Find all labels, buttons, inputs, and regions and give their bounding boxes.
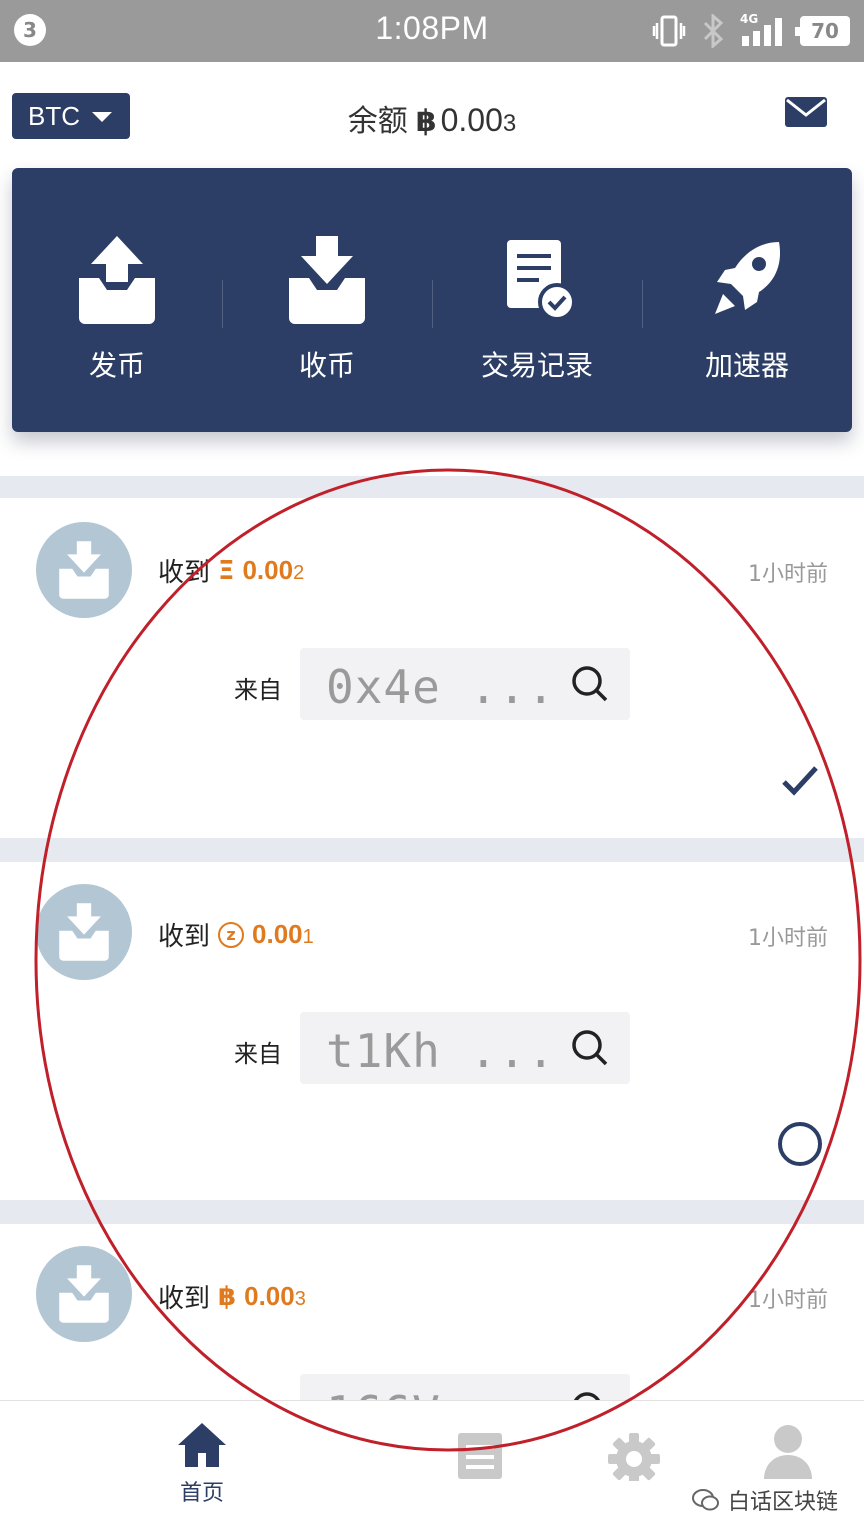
search-icon[interactable] [570,664,610,704]
transaction-time: 1小时前 [748,926,828,951]
wechat-icon [691,1489,719,1511]
from-address: 166V ... [326,1386,556,1400]
transaction-amount-main: 0.00 [242,555,294,585]
bluetooth-icon [703,14,724,48]
watermark: 白话区块链 [691,1484,838,1516]
status-bar: 3 1:08PM 4G 70 [0,0,864,62]
section-divider [0,476,864,498]
transaction-type: 收到 [158,922,211,952]
from-address: 0x4e ... [326,660,556,714]
bitcoin-icon: ฿ [218,1281,237,1312]
receive-tray-icon [59,541,109,599]
from-label: 来自 [234,1040,282,1068]
action-receive-label: 收币 [298,349,355,382]
zcash-icon: z [218,921,245,948]
transaction-item[interactable]: 收到 z 0.001 1小时前 来自 t1Kh ... [0,862,864,1200]
transaction-amount: 0.001 [252,919,314,950]
transaction-title: 收到 Ξ 0.002 [158,552,304,589]
transaction-amount: 0.002 [242,555,304,586]
from-label: 来自 [234,676,282,704]
section-divider [0,838,864,862]
transaction-amount-tail: 3 [294,1288,306,1310]
section-divider [0,1200,864,1224]
transaction-record-icon [507,240,576,321]
wallet-header: BTC 余额฿ 0.003 [0,62,864,168]
transaction-type: 收到 [158,1284,211,1314]
action-accelerator-label: 加速器 [704,349,789,382]
balance-amount: 0.00 [440,102,503,138]
signal-indicator: 4G [740,12,786,48]
transaction-title: 收到 ฿ 0.003 [158,1278,306,1315]
receive-avatar [36,522,132,618]
send-tray-icon [79,236,155,324]
nav-records[interactable] [430,1419,530,1481]
from-address-field[interactable]: 0x4e ... [300,648,630,720]
action-send-label: 发币 [88,349,145,382]
checkmark-icon [782,766,818,796]
balance-amount-tail: 3 [502,110,517,137]
user-icon [764,1425,812,1479]
watermark-text: 白话区块链 [727,1490,838,1515]
action-receive[interactable]: 收币 [222,168,432,432]
nav-profile[interactable] [738,1419,838,1481]
receive-tray-icon [289,236,365,324]
receive-avatar [36,1246,132,1342]
transaction-item[interactable]: 收到 Ξ 0.002 1小时前 来自 0x4e ... [0,498,864,838]
transaction-title: 收到 z 0.001 [158,916,314,953]
search-icon[interactable] [570,1390,610,1400]
action-transaction-record-label: 交易记录 [480,349,593,382]
transaction-type: 收到 [158,558,211,588]
rocket-icon [715,242,781,314]
transaction-item[interactable]: 收到 ฿ 0.003 1小时前 来自 166V ... [0,1224,864,1400]
nav-home-label: 首页 [179,1481,224,1506]
transaction-time: 1小时前 [748,562,828,587]
from-address: t1Kh ... [326,1024,556,1078]
battery-indicator: 70 [795,16,850,46]
pending-circle-icon [778,1122,822,1166]
balance-label: 余额 [347,104,408,139]
transaction-amount-main: 0.00 [244,1281,295,1311]
ethereum-icon: Ξ [218,555,235,586]
vibrate-icon [652,15,686,47]
quick-actions-panel: 发币 收币 交易记录 加速器 [12,168,852,432]
from-address-field[interactable]: t1Kh ... [300,1012,630,1084]
transaction-amount-main: 0.00 [252,919,303,949]
nav-settings[interactable] [584,1419,684,1481]
action-transaction-record[interactable]: 交易记录 [432,168,642,432]
search-icon[interactable] [570,1028,610,1068]
balance-display: 余额฿ 0.003 [0,96,864,140]
bitcoin-icon: ฿ [415,104,437,139]
transaction-amount-tail: 2 [293,562,305,584]
transaction-amount: 0.003 [244,1281,306,1312]
transaction-time: 1小时前 [748,1288,828,1313]
action-accelerator[interactable]: 加速器 [642,168,852,432]
mail-icon[interactable] [784,94,828,130]
transaction-amount-tail: 1 [302,926,314,948]
gear-icon [608,1433,660,1481]
action-send[interactable]: 发币 [12,168,222,432]
nav-home[interactable]: 首页 [152,1419,252,1507]
signal-icon [742,18,782,46]
receive-tray-icon [59,1265,109,1323]
home-icon [178,1423,226,1467]
receive-tray-icon [59,903,109,961]
receive-avatar [36,884,132,980]
status-icons: 4G 70 [652,12,850,50]
from-address-field[interactable]: 166V ... [300,1374,630,1400]
list-icon [458,1433,502,1479]
